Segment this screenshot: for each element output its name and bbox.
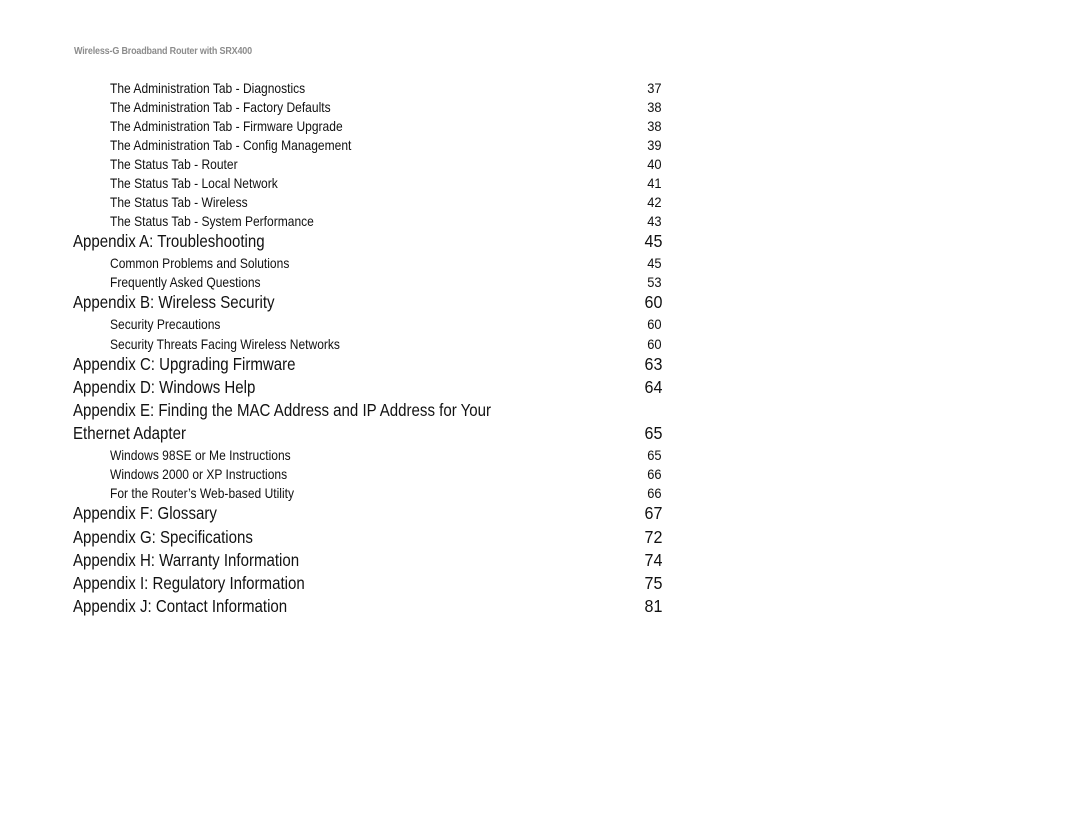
toc-entry-page-number: 66 bbox=[647, 485, 662, 501]
toc-entry-page-number: 65 bbox=[644, 423, 662, 443]
toc-entry-title: Frequently Asked Questions bbox=[110, 274, 261, 290]
toc-entry-page-number: 74 bbox=[644, 550, 662, 570]
toc-entry-title: The Administration Tab - Factory Default… bbox=[110, 99, 331, 115]
toc-entry-page-number: 60 bbox=[644, 292, 662, 312]
toc-entry-title: Appendix A: Troubleshooting bbox=[73, 231, 265, 251]
toc-entry-title: Windows 98SE or Me Instructions bbox=[110, 447, 291, 463]
toc-entry-title: Appendix H: Warranty Information bbox=[73, 550, 300, 570]
toc-entry-title: Security Precautions bbox=[110, 316, 221, 332]
toc-entry-title: Appendix D: Windows Help bbox=[73, 377, 256, 397]
toc-entry-page-number: 65 bbox=[647, 447, 662, 463]
toc-entry-title: Appendix C: Upgrading Firmware bbox=[73, 354, 296, 374]
toc-entry-title: Appendix J: Contact Information bbox=[73, 596, 288, 616]
toc-entry-page-number: 72 bbox=[644, 527, 662, 547]
toc-entry-page-number: 39 bbox=[647, 137, 662, 153]
toc-entry-page-number: 81 bbox=[644, 596, 662, 616]
toc-entry-title: Windows 2000 or XP Instructions bbox=[110, 466, 288, 482]
toc-entry-page-number: 67 bbox=[644, 503, 662, 523]
toc-entry-page-number: 41 bbox=[647, 175, 662, 191]
toc-entry-page-number: 75 bbox=[644, 573, 662, 593]
toc-entry-title: Appendix I: Regulatory Information bbox=[73, 573, 305, 593]
toc-entry-title: Ethernet Adapter bbox=[73, 423, 186, 443]
toc-entry-page-number: 60 bbox=[647, 316, 662, 332]
toc-entry-page-number: 40 bbox=[647, 156, 662, 172]
toc-entry-page-number: 53 bbox=[647, 274, 662, 290]
toc-entry-title: The Administration Tab - Config Manageme… bbox=[110, 137, 352, 153]
toc-entry-title: The Status Tab - Router bbox=[110, 156, 238, 172]
toc-entry-title: The Status Tab - Local Network bbox=[110, 175, 278, 191]
toc-entry-page-number: 38 bbox=[647, 99, 662, 115]
toc-entry-page-number: 45 bbox=[644, 231, 662, 251]
toc-entry-page-number: 64 bbox=[644, 377, 662, 397]
toc-entry-title: Appendix B: Wireless Security bbox=[73, 292, 275, 312]
toc-entry-page-number: 66 bbox=[647, 466, 662, 482]
toc-entry-title: The Status Tab - Wireless bbox=[110, 194, 248, 210]
toc-entry-title: Common Problems and Solutions bbox=[110, 255, 290, 271]
toc-entry-title: The Status Tab - System Performance bbox=[110, 213, 314, 229]
toc-entry-title: Appendix G: Specifications bbox=[73, 527, 253, 547]
toc-entry-title: For the Router’s Web-based Utility bbox=[110, 485, 295, 501]
toc-entry-page-number: 60 bbox=[647, 336, 662, 352]
toc-entry-title: Security Threats Facing Wireless Network… bbox=[110, 336, 340, 352]
toc-entry-title: Appendix E: Finding the MAC Address and … bbox=[73, 400, 492, 420]
toc-entry-page-number: 37 bbox=[647, 80, 662, 96]
toc-entry-page-number: 42 bbox=[647, 194, 662, 210]
running-header: Wireless-G Broadband Router with SRX400 bbox=[74, 46, 252, 57]
toc-entry-page-number: 45 bbox=[647, 255, 662, 271]
toc-entry-title: The Administration Tab - Firmware Upgrad… bbox=[110, 118, 343, 134]
toc-entry-page-number: 43 bbox=[647, 213, 662, 229]
toc-entry-title: The Administration Tab - Diagnostics bbox=[110, 80, 306, 96]
toc-entry-page-number: 63 bbox=[644, 354, 662, 374]
toc-entry-title: Appendix F: Glossary bbox=[73, 503, 217, 523]
toc-entry-page-number: 38 bbox=[647, 118, 662, 134]
